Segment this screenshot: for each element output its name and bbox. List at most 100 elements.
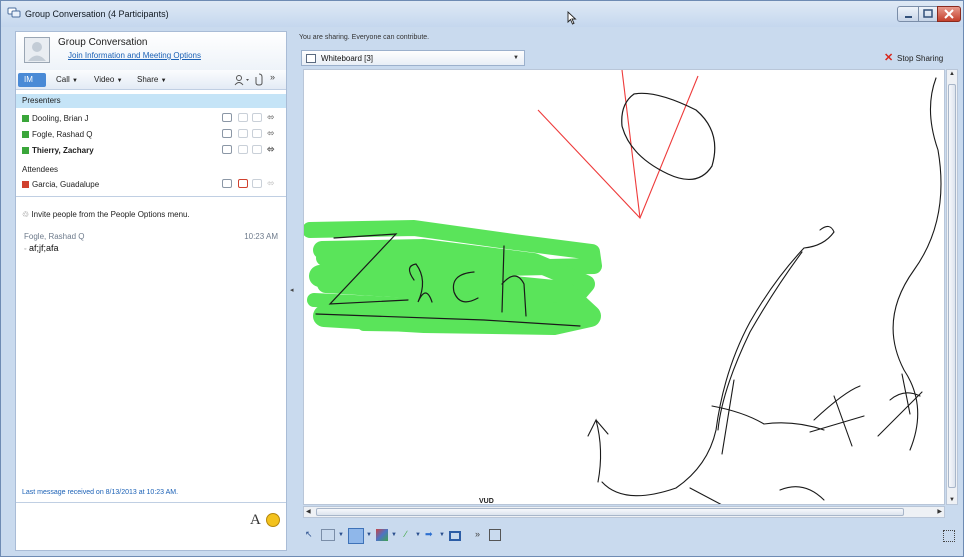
- people-options-icon[interactable]: [234, 74, 250, 86]
- modality-toolbar: IM Call ▼ Video ▼ Share ▼ »: [16, 70, 286, 90]
- presence-available-icon: [22, 147, 29, 154]
- message-author: Fogle, Rashad Q: [24, 232, 85, 241]
- scrollbar-thumb[interactable]: [948, 84, 956, 488]
- conversation-icon: [7, 7, 21, 18]
- avatar: [24, 37, 50, 63]
- im-icon[interactable]: [222, 113, 232, 122]
- video-icon[interactable]: [252, 113, 262, 122]
- chevron-down-icon[interactable]: ▼: [391, 532, 397, 546]
- pane-splitter[interactable]: ◂: [288, 31, 297, 551]
- green-highlight-stroke: [304, 220, 602, 335]
- join-info-link[interactable]: Join Information and Meeting Options: [68, 51, 201, 60]
- stop-icon[interactable]: ✕: [884, 51, 893, 64]
- conversation-window: Group Conversation (4 Participants) Grou…: [0, 0, 964, 557]
- more-tools-icon[interactable]: »: [475, 529, 480, 543]
- share-icon[interactable]: ⬄: [267, 128, 275, 139]
- sharing-status: You are sharing. Everyone can contribute…: [299, 34, 430, 41]
- pen-tool-icon[interactable]: [348, 528, 364, 544]
- participant-row[interactable]: Garcia, Guadalupe ⬄: [16, 177, 286, 192]
- video-icon[interactable]: [252, 179, 262, 188]
- share-icon[interactable]: ⬄: [267, 178, 275, 189]
- fit-to-screen-icon[interactable]: [943, 530, 955, 542]
- chevron-down-icon[interactable]: ▼: [439, 532, 445, 546]
- participant-row[interactable]: Fogle, Rashad Q ⬄: [16, 127, 286, 142]
- chevron-down-icon[interactable]: ▼: [338, 532, 344, 546]
- tab-call[interactable]: Call ▼: [50, 73, 84, 87]
- title-bar: Group Conversation (4 Participants): [1, 1, 963, 27]
- share-icon[interactable]: ⬄: [267, 144, 275, 155]
- vertical-scrollbar[interactable]: ▲ ▼: [946, 69, 958, 505]
- tab-share[interactable]: Share ▼: [131, 73, 173, 87]
- chevron-down-icon: ▼: [72, 78, 78, 84]
- presence-available-icon: [22, 115, 29, 122]
- close-icon: [944, 9, 954, 19]
- minimize-icon: [905, 16, 912, 18]
- im-icon[interactable]: [222, 145, 232, 154]
- message-time: 10:23 AM: [244, 232, 278, 241]
- chevron-down-icon: ▼: [513, 55, 519, 61]
- maximize-button[interactable]: [918, 6, 938, 22]
- video-icon[interactable]: [252, 145, 262, 154]
- tab-im[interactable]: IM: [18, 73, 46, 87]
- conversation-sidebar: Group Conversation Join Information and …: [15, 31, 287, 551]
- tab-share-label: Share: [137, 75, 159, 84]
- last-message-status: Last message received on 8/13/2013 at 10…: [22, 489, 179, 496]
- person-icon: [28, 42, 46, 61]
- whiteboard-canvas[interactable]: [303, 69, 945, 505]
- scroll-right-icon[interactable]: ▶: [937, 508, 942, 515]
- arrow-tool-icon[interactable]: ➡: [425, 529, 433, 543]
- line-drawings: [587, 77, 942, 504]
- horizontal-scrollbar[interactable]: ◀ ▶: [303, 506, 945, 518]
- content-selector[interactable]: Whiteboard [3] ▼: [301, 50, 525, 66]
- oval-drawing: [621, 92, 716, 181]
- close-button[interactable]: [937, 6, 961, 22]
- phone-icon[interactable]: [238, 129, 248, 138]
- share-icon[interactable]: ⬄: [267, 112, 275, 123]
- message-compose-area[interactable]: A: [16, 502, 286, 550]
- tab-video[interactable]: Video ▼: [88, 73, 129, 87]
- people-icon: ♲: [22, 210, 30, 219]
- collapse-arrow-icon[interactable]: ◂: [290, 286, 294, 294]
- save-whiteboard-icon[interactable]: [489, 529, 501, 541]
- scroll-up-icon[interactable]: ▲: [949, 71, 955, 77]
- window-title: Group Conversation (4 Participants): [25, 9, 169, 19]
- phone-icon[interactable]: [238, 145, 248, 154]
- chevron-down-icon[interactable]: ▼: [366, 532, 372, 546]
- whiteboard-toolbar: ↖ ▼ ▼ ▼ ∕ ▼ ➡ ▼ »: [301, 525, 959, 549]
- red-v-drawing: [537, 70, 699, 219]
- emoticon-icon[interactable]: [266, 513, 280, 527]
- mouse-cursor-icon: [567, 11, 577, 25]
- attachment-icon[interactable]: [255, 73, 263, 86]
- select-pointer-icon[interactable]: ↖: [305, 529, 313, 543]
- phone-icon[interactable]: [238, 179, 248, 188]
- chevron-down-icon[interactable]: ▼: [415, 532, 421, 546]
- stop-sharing-button[interactable]: Stop Sharing: [897, 54, 943, 63]
- participant-name: Dooling, Brian J: [32, 114, 89, 123]
- scroll-left-icon[interactable]: ◀: [306, 508, 311, 515]
- scrollbar-thumb[interactable]: [316, 508, 904, 516]
- participant-name: Thierry, Zachary: [32, 146, 94, 155]
- participant-row[interactable]: Dooling, Brian J ⬄: [16, 111, 286, 126]
- tab-video-label: Video: [94, 75, 115, 84]
- scroll-down-icon[interactable]: ▼: [949, 497, 955, 503]
- conversation-name: Group Conversation: [58, 37, 148, 48]
- highlighter-icon[interactable]: ∕: [405, 529, 407, 543]
- minimize-button[interactable]: [897, 6, 919, 22]
- content-selector-label: Whiteboard [3]: [321, 54, 374, 63]
- stamp-tool-icon[interactable]: [449, 531, 461, 541]
- font-button[interactable]: A: [250, 512, 261, 529]
- video-icon[interactable]: [252, 129, 262, 138]
- attendees-group-header[interactable]: Attendees: [22, 165, 58, 174]
- participant-row[interactable]: Thierry, Zachary ⬄: [16, 143, 286, 158]
- presenters-group-header[interactable]: Presenters: [16, 94, 286, 108]
- shape-tool-icon[interactable]: [376, 529, 388, 541]
- text-tool-icon[interactable]: [321, 529, 335, 541]
- maximize-icon: [923, 9, 933, 18]
- more-options-icon[interactable]: »: [270, 72, 275, 82]
- message-text: ◦ af;jf;afa: [24, 243, 59, 253]
- im-icon[interactable]: [222, 179, 232, 188]
- phone-icon[interactable]: [238, 113, 248, 122]
- message-body: af;jf;afa: [29, 243, 59, 253]
- im-icon[interactable]: [222, 129, 232, 138]
- presence-available-icon: [22, 131, 29, 138]
